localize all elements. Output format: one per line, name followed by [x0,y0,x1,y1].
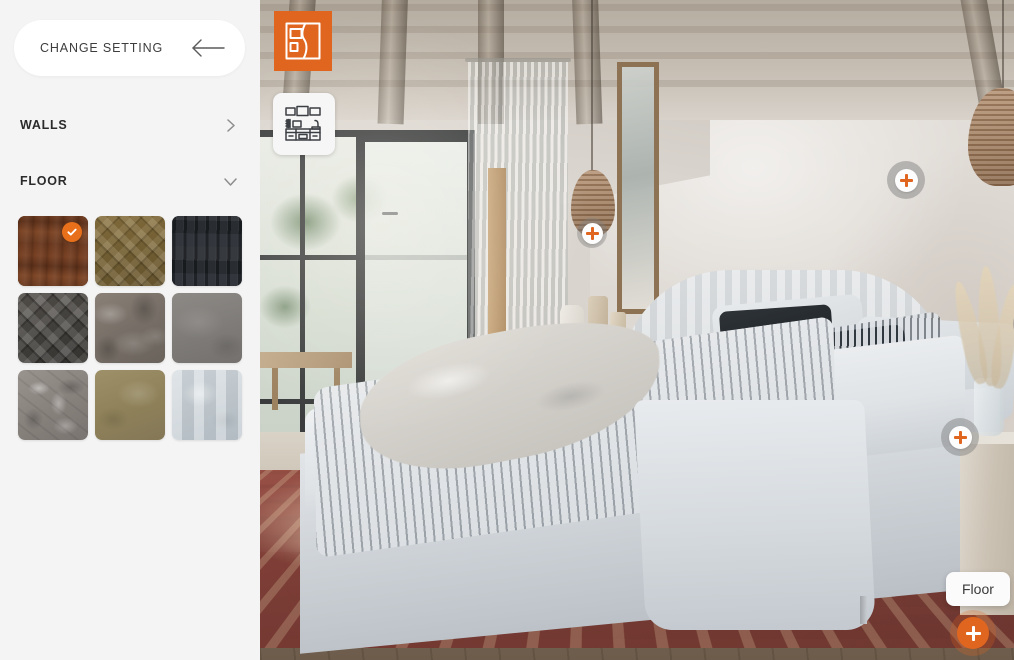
ceiling-plank [260,4,1014,11]
sidebar-section-walls-label: WALLS [20,118,68,132]
swatch-texture [172,216,242,286]
outdoor-bench [260,352,352,368]
app-logo-button[interactable] [274,11,332,71]
ceiling-beam [377,0,408,125]
plus-icon [585,226,599,240]
hotspot-bedding[interactable] [941,418,979,456]
swatch-texture [95,216,165,286]
bedroom-render-image [260,0,1014,660]
ceiling-plank [260,26,1014,33]
swatch-texture [95,370,165,440]
swatch-selected-check-icon [62,222,82,242]
ceiling-beam [572,0,603,125]
hotspot-core [948,425,972,449]
pendant-cord [1002,0,1004,92]
swatch-texture [95,293,165,363]
sidebar-section-floor-label: FLOOR [20,174,68,188]
plus-icon [965,625,981,641]
material-swatch[interactable] [95,216,165,286]
hotspot-window[interactable] [577,218,607,248]
bed-sheet [633,400,877,630]
floorplan-view-button[interactable] [273,93,335,155]
material-swatch[interactable] [172,293,242,363]
plus-icon [953,430,967,444]
room-viewport[interactable]: Floor [260,0,1014,660]
floor-material-swatch-grid [18,216,244,440]
swatch-texture [172,370,242,440]
swatch-texture [18,293,88,363]
material-swatch[interactable] [95,370,165,440]
hotspot-curtain[interactable] [887,161,925,199]
sidebar-section-walls[interactable]: WALLS [20,110,240,140]
material-swatch[interactable] [18,293,88,363]
chevron-down-icon [222,173,240,190]
sidebar-section-floor[interactable]: FLOOR [20,166,240,196]
hotspot-floor-active[interactable] [957,617,989,649]
swatch-texture [172,293,242,363]
swatch-texture [18,370,88,440]
material-swatch[interactable] [95,293,165,363]
material-swatch[interactable] [172,216,242,286]
floor-tooltip: Floor [946,572,1010,606]
plus-icon [899,173,913,187]
ceiling-plank [260,52,1014,59]
chevron-right-icon [222,117,240,134]
hotspot-core [894,168,918,192]
change-setting-label: CHANGE SETTING [40,41,164,55]
door-handle [382,212,398,215]
bench-leg [272,368,278,410]
kitchen-elevation-icon [282,102,326,146]
hotspot-core [581,222,603,244]
pendant-cord [591,0,593,172]
floorplan-logo-icon [284,21,322,61]
material-swatch[interactable] [172,370,242,440]
change-setting-button[interactable]: CHANGE SETTING [14,20,245,76]
room-configurator-app: CHANGE SETTING WALLS FLOOR Floor [0,0,1014,660]
arrow-left-icon [191,38,225,58]
wall-mirror [617,62,659,314]
bed-leg [860,596,867,624]
material-swatch[interactable] [18,370,88,440]
settings-sidebar: CHANGE SETTING WALLS FLOOR [0,0,260,660]
material-swatch[interactable] [18,216,88,286]
